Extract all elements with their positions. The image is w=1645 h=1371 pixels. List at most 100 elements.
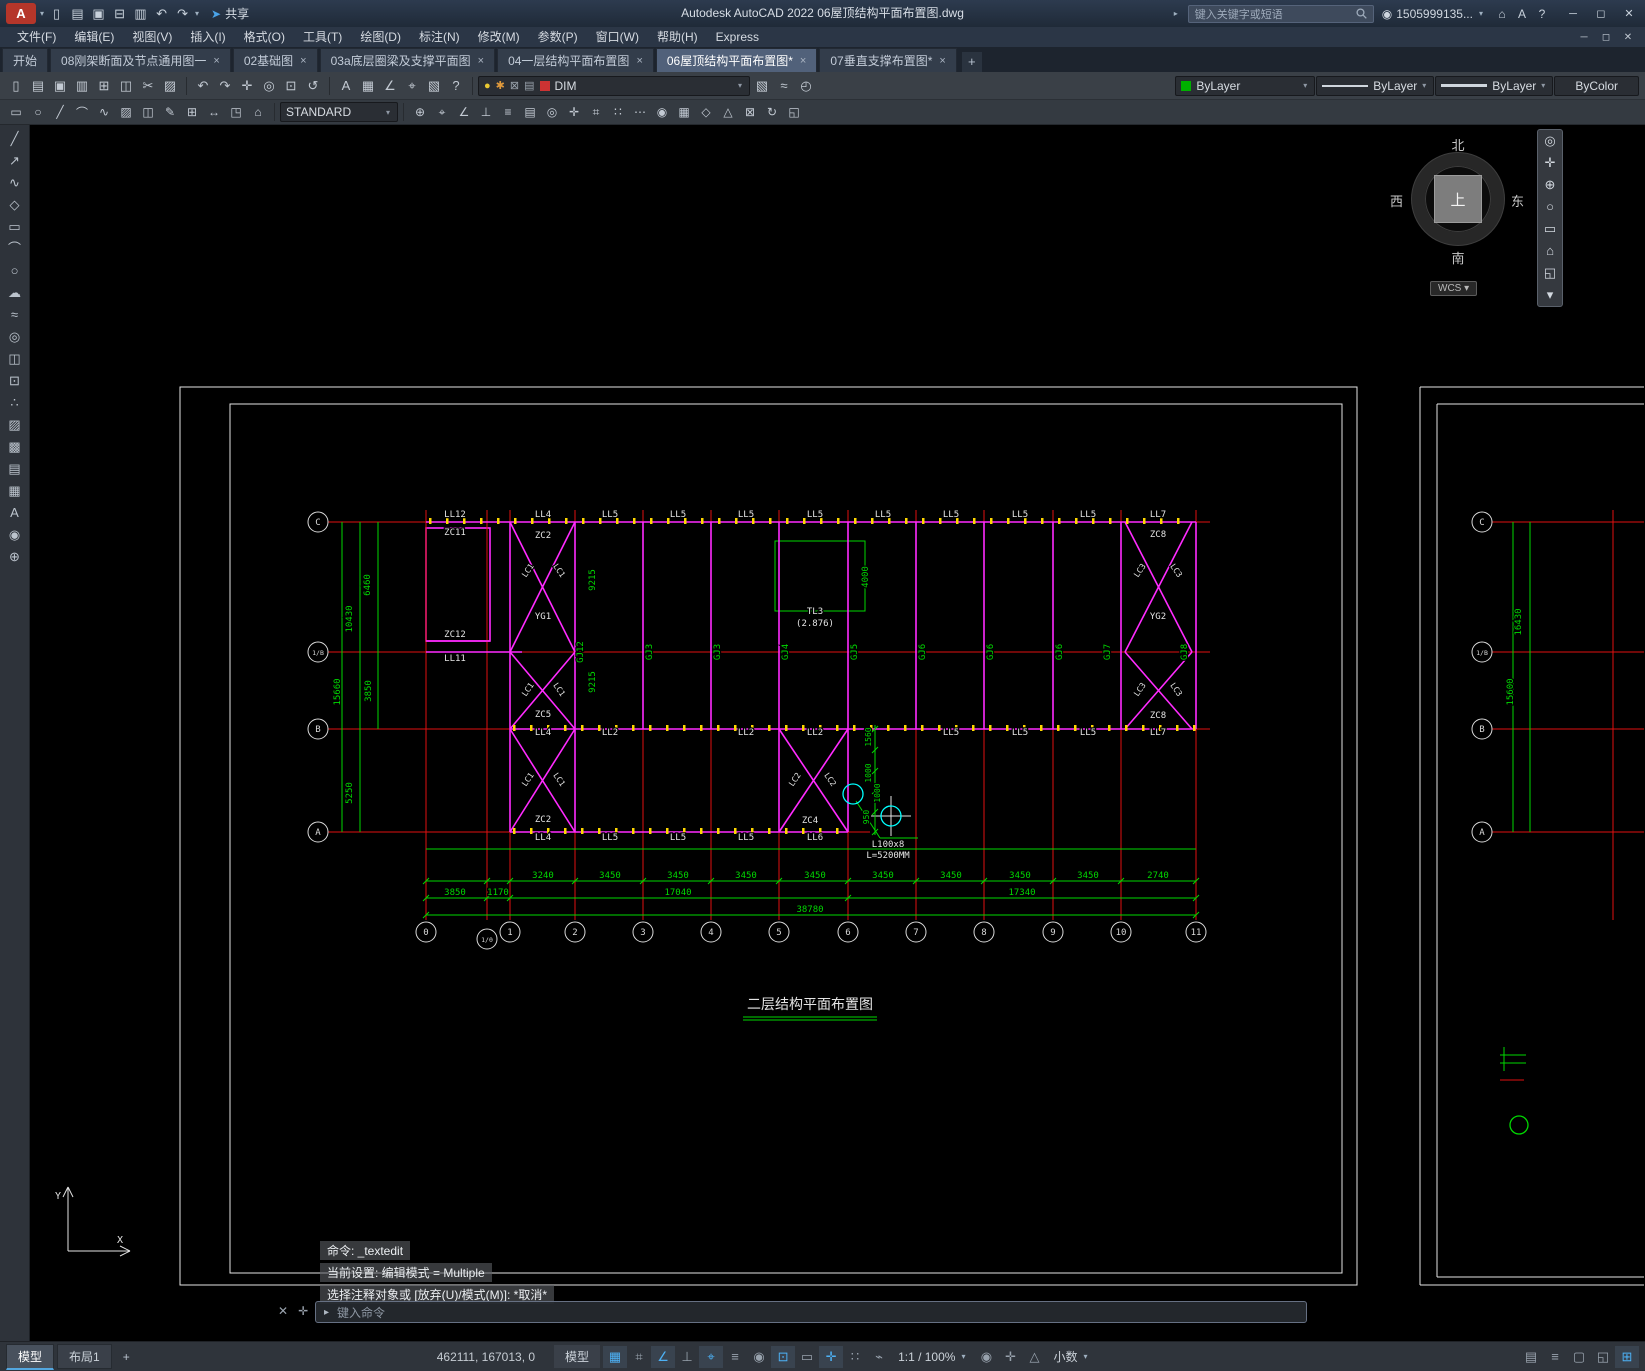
- pan-icon[interactable]: ✛: [563, 105, 585, 119]
- layer-on-icon[interactable]: ●: [484, 80, 491, 92]
- menu-item[interactable]: 标注(N): [410, 27, 469, 47]
- new-drawing-tab-button[interactable]: +: [961, 52, 982, 72]
- layer-combo[interactable]: ● ✱ ⊠ ▤ DIM ▾: [478, 75, 750, 96]
- tab-close-icon[interactable]: ×: [939, 55, 945, 67]
- undo-icon[interactable]: ↶: [192, 78, 214, 94]
- sheet-set-icon[interactable]: ▦: [673, 105, 695, 119]
- viewcube-top-face[interactable]: 上: [1434, 175, 1482, 223]
- transparency-icon[interactable]: ◉: [747, 1346, 771, 1368]
- properties-icon[interactable]: ▤: [519, 105, 541, 119]
- layer-previous-icon[interactable]: ◴: [795, 78, 817, 94]
- menu-item[interactable]: 帮助(H): [648, 27, 707, 47]
- store-icon[interactable]: ⌂: [1493, 7, 1511, 21]
- object-color-combo[interactable]: ByLayer ▾: [1175, 75, 1316, 96]
- line-icon[interactable]: ╱: [4, 129, 26, 148]
- layer-plot-icon[interactable]: ▤: [524, 79, 534, 92]
- erase-icon[interactable]: ⊠: [739, 105, 761, 119]
- arc-icon[interactable]: ⌒: [71, 104, 93, 121]
- create-block-icon[interactable]: ⊡: [4, 371, 26, 390]
- document-tab[interactable]: 03a底层圈梁及支撑平面图 ×: [319, 48, 496, 72]
- layer-properties-icon[interactable]: ▧: [751, 78, 773, 94]
- ucs-icon[interactable]: ◉: [4, 525, 26, 544]
- plot-icon[interactable]: ▥: [71, 78, 93, 94]
- mirror-icon[interactable]: △: [717, 105, 739, 119]
- search-expand-icon[interactable]: ▸: [1174, 9, 1178, 18]
- layer-combo-caret-icon[interactable]: ▾: [738, 81, 742, 90]
- zoom-previous-icon[interactable]: ↺: [302, 78, 324, 94]
- doc-close-icon[interactable]: ✕: [1617, 32, 1639, 43]
- menu-item[interactable]: 文件(F): [8, 27, 65, 47]
- zoom-window-icon[interactable]: ⊡: [280, 78, 302, 94]
- hatch-icon[interactable]: ▧: [423, 78, 445, 94]
- osnap-settings-icon[interactable]: ⊕: [4, 547, 26, 566]
- point-style-icon[interactable]: ⌖: [401, 78, 423, 94]
- minimize-icon[interactable]: ─: [1559, 8, 1587, 20]
- zoom-realtime-icon[interactable]: ◎: [258, 78, 280, 94]
- snap-icon[interactable]: ∷: [607, 105, 629, 119]
- open-icon[interactable]: ▤: [27, 78, 49, 94]
- account-button[interactable]: ◉ 1505999135... ▾: [1382, 7, 1485, 21]
- color-combo-caret-icon[interactable]: ▾: [1303, 81, 1307, 90]
- pan-icon[interactable]: ✛: [236, 78, 258, 94]
- grid-icon[interactable]: ▦: [603, 1345, 628, 1368]
- text-style-combo[interactable]: STANDARD ▾: [280, 102, 398, 122]
- plot-icon[interactable]: ▥: [130, 6, 151, 22]
- annotation-autoscale-icon[interactable]: ✛: [998, 1346, 1022, 1368]
- home-icon[interactable]: ⌂: [247, 105, 269, 119]
- menu-item[interactable]: 绘图(D): [351, 27, 410, 47]
- customize-icon[interactable]: ≡: [1543, 1346, 1567, 1368]
- array-icon[interactable]: ⊞: [181, 105, 203, 119]
- circle-icon[interactable]: ○: [4, 261, 26, 280]
- navbar-expand-icon[interactable]: ▾: [1547, 288, 1554, 302]
- share-button[interactable]: ➤ 共享: [211, 5, 249, 22]
- cut-icon[interactable]: ✂: [137, 78, 159, 94]
- lineweight-combo-caret-icon[interactable]: ▾: [1541, 81, 1545, 90]
- search-icon[interactable]: [1356, 8, 1367, 19]
- document-tab[interactable]: 开始: [2, 48, 49, 72]
- selection-cycling-icon[interactable]: ⊡: [771, 1345, 796, 1368]
- menu-item[interactable]: 编辑(E): [65, 27, 123, 47]
- polygon-icon[interactable]: ◇: [4, 195, 26, 214]
- menu-item[interactable]: 格式(O): [235, 27, 294, 47]
- arc-icon[interactable]: ⌒: [4, 239, 26, 258]
- open-icon[interactable]: ▤: [67, 6, 88, 22]
- edit-icon[interactable]: ✎: [159, 105, 181, 119]
- ortho-icon[interactable]: ⊥: [475, 105, 497, 119]
- dynamic-input-icon[interactable]: ▭: [795, 1346, 819, 1368]
- search-input[interactable]: 键入关键字或短语: [1187, 4, 1374, 23]
- viewcube-north-label[interactable]: 北: [1388, 135, 1528, 154]
- close-icon[interactable]: ✕: [1615, 7, 1643, 20]
- tab-close-icon[interactable]: ×: [636, 55, 642, 67]
- center-snap-icon[interactable]: ⌖: [431, 105, 453, 120]
- line-icon[interactable]: ╱: [49, 105, 71, 119]
- steering-icon[interactable]: ◱: [1544, 266, 1556, 280]
- qnew-icon[interactable]: ▯: [46, 6, 67, 22]
- ortho-icon[interactable]: ⊥: [675, 1346, 699, 1368]
- customize-command-icon[interactable]: ✛: [298, 1304, 308, 1318]
- table-icon[interactable]: ▦: [357, 78, 379, 94]
- lineweight-display-icon[interactable]: ≡: [723, 1346, 747, 1368]
- close-command-icon[interactable]: ✕: [278, 1304, 288, 1318]
- spline-icon[interactable]: ∿: [93, 105, 115, 119]
- menu-item[interactable]: Express: [707, 27, 768, 47]
- redo-icon[interactable]: ↷: [214, 78, 236, 94]
- document-tab[interactable]: 04一层结构平面布置图 ×: [497, 48, 654, 72]
- tab-close-icon[interactable]: ×: [300, 55, 306, 67]
- text-style-icon[interactable]: A: [335, 78, 357, 93]
- polar-icon[interactable]: ∠: [453, 105, 475, 119]
- linetype-combo-caret-icon[interactable]: ▾: [1422, 81, 1426, 90]
- trim-icon[interactable]: ◱: [783, 105, 805, 119]
- menu-item[interactable]: 修改(M): [469, 27, 529, 47]
- quick-access-caret-icon[interactable]: ▾: [195, 9, 199, 18]
- layout1-tab[interactable]: 布局1: [57, 1344, 112, 1369]
- document-tab[interactable]: 06屋顶结构平面布置图* ×: [655, 48, 818, 72]
- hardware-acceleration-icon[interactable]: ⊞: [1615, 1345, 1639, 1368]
- help-icon[interactable]: ?: [1533, 7, 1551, 21]
- gradient-icon[interactable]: ▩: [4, 437, 26, 456]
- ray-icon[interactable]: ↗: [4, 151, 26, 170]
- object-snap-icon[interactable]: ⌖: [699, 1345, 724, 1368]
- save-as-icon[interactable]: ⊟: [109, 6, 130, 22]
- units-control[interactable]: 小数 ▾: [1053, 1348, 1089, 1365]
- menu-item[interactable]: 窗口(W): [587, 27, 648, 47]
- document-tab[interactable]: 07垂直支撑布置图* ×: [819, 48, 957, 72]
